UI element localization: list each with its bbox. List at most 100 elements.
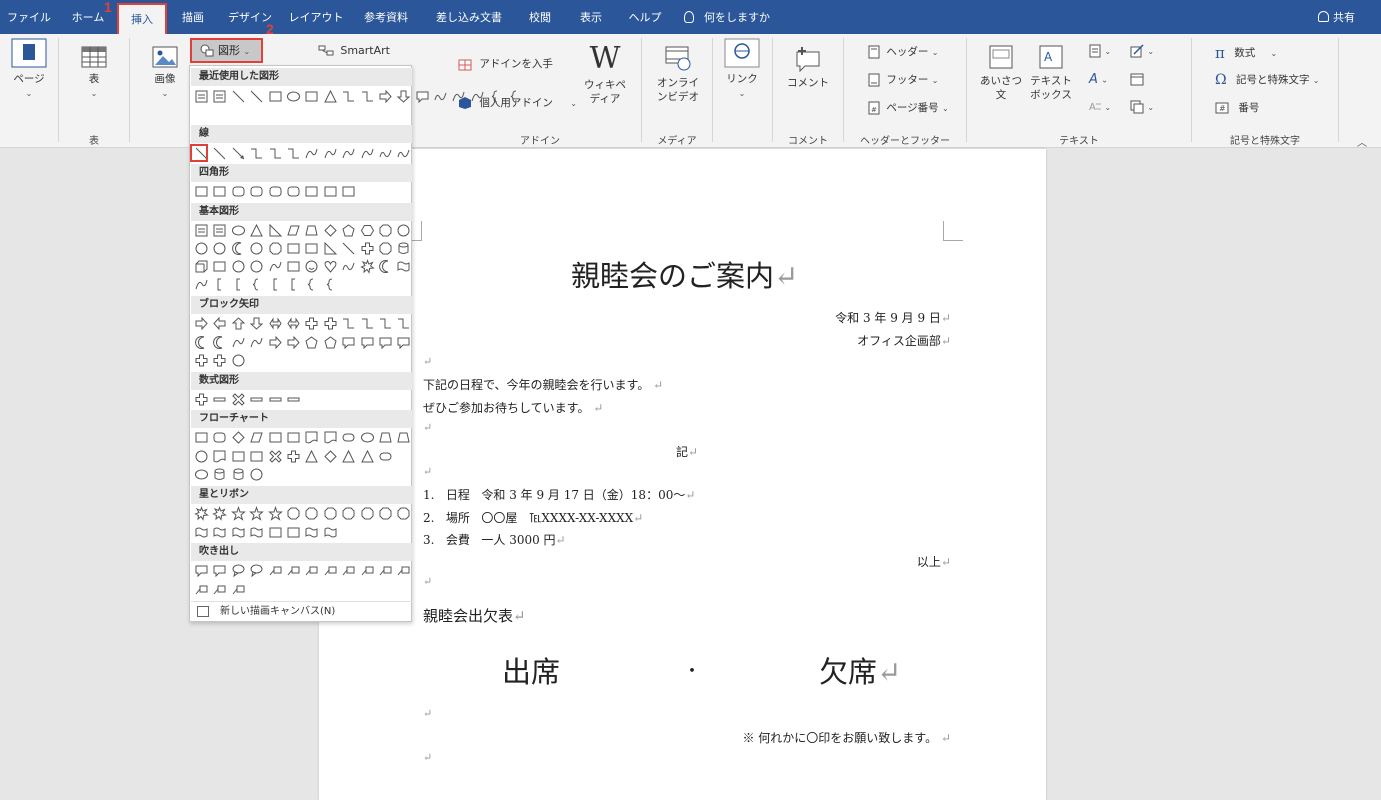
shape-callout-icon[interactable]	[193, 562, 210, 579]
shape-tri-icon[interactable]	[340, 448, 357, 465]
shape-circ-icon[interactable]	[230, 258, 247, 275]
shape-moon-icon[interactable]	[193, 334, 210, 351]
shape-bracket-icon[interactable]	[211, 276, 228, 293]
shape-rrect-icon[interactable]	[267, 183, 284, 200]
shape-oct-icon[interactable]	[267, 240, 284, 257]
shape-rect-icon[interactable]	[322, 183, 339, 200]
shapes-button[interactable]: 図形 ⌄	[190, 38, 263, 63]
shape-cyl-icon[interactable]	[211, 466, 228, 483]
equation-button[interactable]: π 数式 ⌄	[1215, 44, 1277, 62]
shape-mult-icon[interactable]	[267, 448, 284, 465]
shape-scribble-icon[interactable]	[377, 145, 394, 162]
shape-tri-icon[interactable]	[303, 448, 320, 465]
shape-cross-icon[interactable]	[211, 352, 228, 369]
shape-bracket-icon[interactable]	[230, 276, 247, 293]
date-time-button[interactable]	[1130, 72, 1144, 86]
image-button[interactable]: 画像 ⌄	[146, 46, 184, 101]
shape-dia-icon[interactable]	[322, 448, 339, 465]
shape-oct-icon[interactable]	[395, 505, 412, 522]
shape-rrect-icon[interactable]	[230, 183, 247, 200]
shape-rect-icon[interactable]	[211, 258, 228, 275]
shape-oct-icon[interactable]	[377, 240, 394, 257]
shape-oct-icon[interactable]	[377, 505, 394, 522]
shape-star-icon[interactable]	[267, 505, 284, 522]
shape-term-icon[interactable]	[340, 429, 357, 446]
shape-burst-icon[interactable]	[359, 258, 376, 275]
shape-minus-icon[interactable]	[211, 391, 228, 408]
shape-curve-icon[interactable]	[359, 145, 376, 162]
shape-burst-icon[interactable]	[193, 505, 210, 522]
shape-rect-icon[interactable]	[211, 183, 228, 200]
shape-scribble-icon[interactable]	[432, 88, 449, 105]
shape-rect-icon[interactable]	[248, 448, 265, 465]
shape-elbow-icon[interactable]	[267, 145, 284, 162]
shape-arrU-icon[interactable]	[230, 315, 247, 332]
shape-txt-icon[interactable]	[211, 88, 228, 105]
wordart-button[interactable]: A ⌄	[1089, 72, 1108, 87]
shape-curve-icon[interactable]	[193, 276, 210, 293]
shape-tri-icon[interactable]	[322, 88, 339, 105]
shape-ocallout-icon[interactable]	[230, 562, 247, 579]
shape-callout-icon[interactable]	[340, 334, 357, 351]
greeting-button[interactable]: あいさつ 文	[978, 44, 1024, 102]
get-addins-button[interactable]: アドインを入手	[458, 56, 553, 71]
shape-arrR-icon[interactable]	[267, 334, 284, 351]
shape-rect-icon[interactable]	[285, 258, 302, 275]
shape-moon-icon[interactable]	[211, 334, 228, 351]
link-button[interactable]: リンク ⌄	[722, 38, 762, 101]
drop-cap-button[interactable]: A ⌄	[1089, 100, 1111, 114]
shape-callout-icon[interactable]	[377, 334, 394, 351]
shape-mult-icon[interactable]	[230, 391, 247, 408]
shape-wave-icon[interactable]	[395, 258, 412, 275]
shape-rect-icon[interactable]	[303, 183, 320, 200]
shape-pent-icon[interactable]	[322, 334, 339, 351]
shape-elbow-icon[interactable]	[340, 88, 357, 105]
shape-cross-icon[interactable]	[193, 391, 210, 408]
shape-minus-icon[interactable]	[285, 391, 302, 408]
shape-circ-icon[interactable]	[395, 222, 412, 239]
signature-line-button[interactable]: ⌄	[1130, 44, 1154, 58]
shape-txt-icon[interactable]	[193, 88, 210, 105]
shape-star-icon[interactable]	[230, 505, 247, 522]
shape-callout-icon[interactable]	[395, 334, 412, 351]
shape-cross-icon[interactable]	[359, 240, 376, 257]
shape-lcallout-icon[interactable]	[267, 562, 284, 579]
wikipedia-button[interactable]: W ウィキペ ディア	[584, 44, 626, 106]
tell-me-search[interactable]: 何をしますか	[684, 0, 770, 34]
line-shape-selected[interactable]	[190, 144, 208, 162]
shape-rect-icon[interactable]	[193, 429, 210, 446]
shape-minus-icon[interactable]	[267, 391, 284, 408]
shape-curve-icon[interactable]	[450, 88, 467, 105]
document-page[interactable]: 親睦会のご案内↵ 令和 3 年 9 月 9 日↵ オフィス企画部↵ ↵ 下記の日…	[319, 149, 1046, 800]
shape-doc-icon[interactable]	[322, 429, 339, 446]
shape-wave-icon[interactable]	[248, 524, 265, 541]
shape-arrD-icon[interactable]	[248, 315, 265, 332]
shape-arrD-icon[interactable]	[395, 88, 412, 105]
shape-moon-icon[interactable]	[377, 258, 394, 275]
shape-oval-icon[interactable]	[230, 222, 247, 239]
shape-brace-icon[interactable]	[248, 276, 265, 293]
object-button[interactable]: ⌄	[1130, 100, 1154, 114]
shape-circ-icon[interactable]	[248, 466, 265, 483]
collapse-ribbon-icon[interactable]: ︿	[1357, 134, 1367, 149]
shape-lcallout-icon[interactable]	[322, 562, 339, 579]
shape-hex-icon[interactable]	[359, 222, 376, 239]
shape-lcallout-icon[interactable]	[377, 562, 394, 579]
text-cursor[interactable]: ↵	[423, 751, 432, 764]
shape-smile-icon[interactable]	[303, 258, 320, 275]
shape-arrLR-icon[interactable]	[267, 315, 284, 332]
shape-oct-icon[interactable]	[377, 222, 394, 239]
shape-rect-icon[interactable]	[285, 524, 302, 541]
tab-file[interactable]: ファイル	[0, 0, 58, 34]
shape-cross-icon[interactable]	[322, 315, 339, 332]
shape-wave-icon[interactable]	[303, 524, 320, 541]
shape-lcallout-icon[interactable]	[230, 581, 247, 598]
shape-arrR-icon[interactable]	[377, 88, 394, 105]
shape-line-icon[interactable]	[340, 240, 357, 257]
shape-oct-icon[interactable]	[340, 505, 357, 522]
textbox-button[interactable]: A テキスト ボックス	[1028, 44, 1074, 102]
shape-brace-icon[interactable]	[506, 88, 523, 105]
shape-callout-icon[interactable]	[414, 88, 431, 105]
shape-rrect-icon[interactable]	[211, 429, 228, 446]
shape-cyl-icon[interactable]	[395, 240, 412, 257]
